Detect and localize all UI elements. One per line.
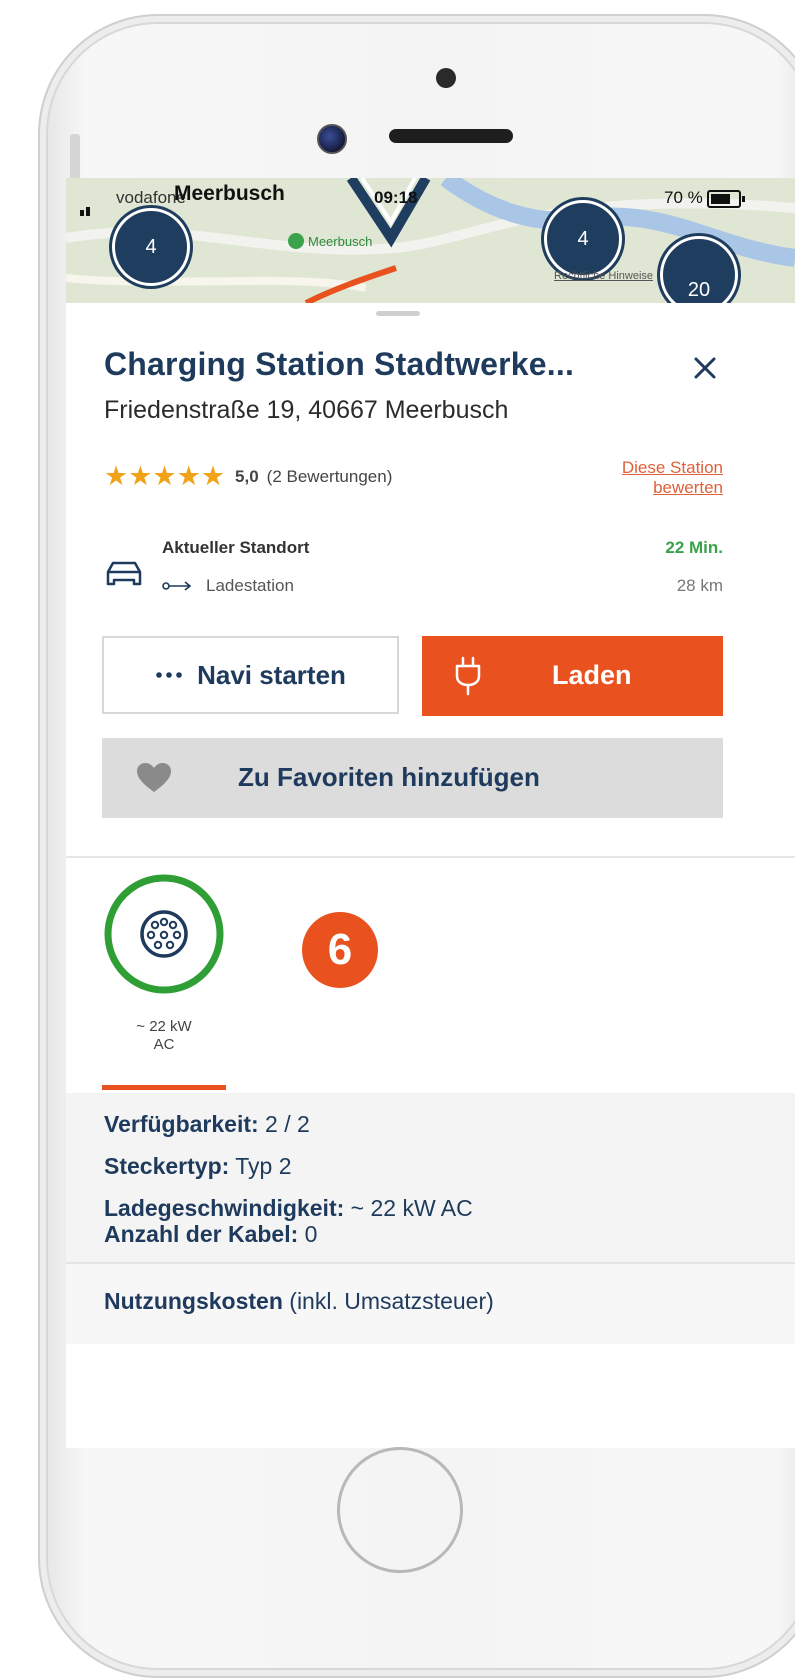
connector-current-type: AC	[153, 1036, 175, 1053]
clock: 09:18	[374, 188, 418, 207]
availability-label: Verfügbarkeit:	[104, 1111, 259, 1137]
charge-button[interactable]: Laden	[422, 636, 723, 716]
charge-label: Laden	[552, 660, 632, 690]
connector-power: ~ 22 kW AC	[102, 1018, 226, 1054]
car-icon	[106, 561, 142, 586]
mute-switch	[70, 134, 80, 180]
proximity-sensor	[436, 68, 456, 88]
plug-type-row: Steckertyp: Typ 2	[104, 1153, 292, 1180]
sheet-drag-handle[interactable]	[376, 311, 420, 316]
usage-costs-section[interactable]: Nutzungskosten (inkl. Umsatzsteuer)	[66, 1264, 795, 1344]
connector-power-value: ~ 22 kW	[136, 1018, 192, 1035]
rating-summary: ★★★★★ 5,0 (2 Bewertungen)	[104, 461, 392, 492]
rate-station-link[interactable]: Diese Station bewerten	[622, 458, 723, 498]
battery-percent: 70 %	[664, 188, 703, 207]
map-cluster-marker[interactable]: 4	[112, 208, 190, 286]
route-destination-label: Ladestation	[206, 576, 294, 595]
map-city-label: Meerbusch	[174, 182, 285, 205]
station-address: Friedenstraße 19, 40667 Meerbusch	[104, 396, 509, 424]
cables-value: 0	[304, 1221, 318, 1247]
rate-link-line1: Diese Station	[621, 458, 723, 477]
star-rating-icon: ★★★★★	[104, 461, 226, 491]
selected-connector-indicator	[102, 1085, 226, 1090]
map-cluster-marker[interactable]: 4	[544, 200, 622, 278]
rate-link-line2: bewerten	[653, 478, 723, 497]
rating-value: 5,0	[235, 466, 259, 486]
start-navigation-label: Navi starten	[197, 659, 346, 690]
usage-costs-label: Nutzungskosten	[104, 1288, 283, 1314]
map-place-text: Meerbusch	[308, 233, 373, 249]
more-dots-icon	[156, 672, 182, 678]
availability-value: 2 / 2	[265, 1111, 310, 1137]
usage-costs-heading: Nutzungskosten (inkl. Umsatzsteuer)	[104, 1288, 494, 1315]
map-place-label: Meerbusch	[288, 233, 372, 249]
map-legal-link[interactable]: Rechtliche Hinweise	[554, 270, 653, 282]
add-favorite-label: Zu Favoriten hinzufügen	[238, 762, 540, 792]
type2-connector-icon[interactable]	[102, 872, 226, 996]
route-distance: 28 km	[676, 576, 723, 595]
route-arrow-icon	[162, 581, 192, 591]
availability-row: Verfügbarkeit: 2 / 2	[104, 1111, 310, 1138]
station-title: Charging Station Stadtwerke...	[104, 346, 575, 382]
app-screen: vodafone 09:18 70 % Meerbusch 4 Meerbusc…	[66, 178, 795, 1448]
plug-type-label: Steckertyp:	[104, 1153, 230, 1179]
cables-row: Anzahl der Kabel: 0	[104, 1221, 317, 1248]
home-button[interactable]	[337, 1447, 463, 1573]
route-duration: 22 Min.	[665, 538, 723, 557]
start-navigation-button[interactable]: Navi starten	[102, 636, 399, 714]
rating-count: (2 Bewertungen)	[266, 466, 393, 486]
map-view[interactable]: vodafone 09:18 70 % Meerbusch 4 Meerbusc…	[66, 178, 795, 303]
add-favorite-button[interactable]: Zu Favoriten hinzufügen	[102, 738, 723, 818]
plug-type-value: Typ 2	[235, 1153, 292, 1179]
plug-icon	[455, 656, 481, 696]
usage-costs-note: (inkl. Umsatzsteuer)	[289, 1288, 494, 1314]
heart-icon	[137, 763, 171, 792]
battery-icon	[707, 190, 745, 208]
route-destination: Ladestation	[162, 576, 294, 596]
charging-speed-value: ~ 22 kW AC	[350, 1195, 473, 1221]
earpiece-speaker	[389, 129, 513, 143]
step-badge: 6	[302, 912, 378, 988]
close-icon	[694, 357, 716, 379]
charging-speed-row: Ladegeschwindigkeit: ~ 22 kW AC	[104, 1195, 473, 1222]
front-camera	[317, 124, 347, 154]
charging-speed-label: Ladegeschwindigkeit:	[104, 1195, 345, 1221]
signal-icon	[80, 196, 92, 216]
section-divider	[66, 856, 795, 858]
route-origin: Aktueller Standort	[162, 538, 310, 557]
place-pin-icon	[288, 233, 304, 249]
close-button[interactable]	[683, 346, 727, 390]
cables-label: Anzahl der Kabel:	[104, 1221, 299, 1247]
